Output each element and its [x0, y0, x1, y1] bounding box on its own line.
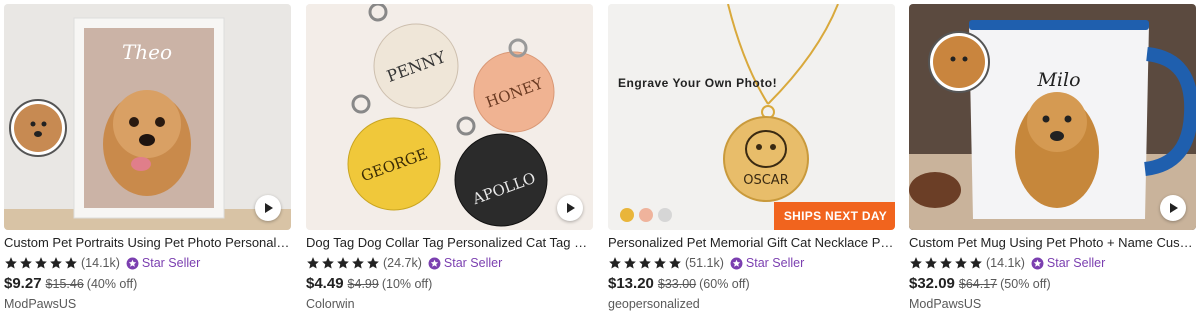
star-icon [955, 257, 967, 269]
star-icon [940, 257, 952, 269]
listing-grid: Theo Custom Pet Portraits Using Pet Phot… [0, 0, 1200, 312]
star-icon [609, 257, 621, 269]
original-price: $64.17 [958, 277, 998, 291]
discount-percent: (50% off) [1000, 277, 1051, 291]
discount-percent: (60% off) [699, 277, 750, 291]
rating-count: (14.1k) [81, 256, 120, 270]
swatch-rose-gold [639, 208, 653, 222]
star-seller-label: Star Seller [443, 256, 503, 270]
star-seller-badge-icon [730, 257, 743, 269]
listing-image[interactable]: OSCAR Engrave Your Own Photo! SHIPS NEXT… [608, 4, 895, 230]
shop-name[interactable]: ModPawsUS [909, 297, 1196, 311]
listing-image[interactable]: Theo [4, 4, 291, 230]
star-seller-label: Star Seller [745, 256, 805, 270]
star-icon [367, 257, 379, 269]
rating-count: (24.7k) [383, 256, 422, 270]
star-icon [654, 257, 666, 269]
listing-title[interactable]: Dog Tag Dog Collar Tag Personalized Cat … [306, 235, 593, 251]
rating-row: (51.1k) Star Seller [608, 254, 895, 272]
star-icon [352, 257, 364, 269]
play-video-icon[interactable] [255, 195, 281, 221]
play-video-icon[interactable] [557, 195, 583, 221]
star-icon [639, 257, 651, 269]
discount-percent: (10% off) [381, 277, 433, 291]
listing-title[interactable]: Custom Pet Portraits Using Pet Photo Per… [4, 235, 291, 251]
star-icon [50, 257, 62, 269]
star-rating [608, 256, 682, 270]
price-row: $32.09 $64.17 (50% off) [909, 275, 1196, 294]
star-seller-badge-icon [126, 257, 139, 269]
engrave-caption: Engrave Your Own Photo! [618, 76, 778, 90]
star-icon [925, 257, 937, 269]
price-row: $9.27 $15.46 (40% off) [4, 275, 291, 294]
dog-tags-image: PENNY HONEY GEORGE APOLLO [306, 4, 593, 230]
star-rating [909, 256, 983, 270]
swatch-gold [620, 208, 634, 222]
star-icon [322, 257, 334, 269]
star-icon [35, 257, 47, 269]
star-icon [337, 257, 349, 269]
star-icon [307, 257, 319, 269]
star-icon [5, 257, 17, 269]
listing-image[interactable]: PENNY HONEY GEORGE APOLLO [306, 4, 593, 230]
listing-card[interactable]: PENNY HONEY GEORGE APOLLO Dog Tag Dog Co… [306, 4, 593, 311]
mug-name-text: Milo [1036, 69, 1080, 91]
price-row: $13.20 $33.00 (60% off) [608, 275, 895, 294]
original-price: $15.46 [45, 277, 84, 291]
pet-portrait-image: Theo [4, 4, 291, 230]
star-seller-badge-icon [1031, 257, 1044, 269]
star-icon [20, 257, 32, 269]
rating-row: (24.7k) Star Seller [306, 254, 593, 272]
color-swatches [620, 208, 672, 222]
star-seller-label: Star Seller [1046, 256, 1106, 270]
star-icon [669, 257, 681, 269]
listing-card[interactable]: Theo Custom Pet Portraits Using Pet Phot… [4, 4, 291, 311]
star-icon [624, 257, 636, 269]
sale-price: $13.20 [608, 275, 654, 292]
listing-title[interactable]: Personalized Pet Memorial Gift Cat Neckl… [608, 235, 895, 251]
rating-count: (51.1k) [685, 256, 724, 270]
discount-percent: (40% off) [86, 277, 138, 291]
star-icon [970, 257, 982, 269]
ships-next-day-badge: SHIPS NEXT DAY [773, 202, 895, 230]
portrait-name-text: Theo [122, 40, 172, 64]
rating-count: (14.1k) [986, 256, 1025, 270]
pendant-name-text: OSCAR [743, 173, 789, 188]
star-seller-badge-icon [428, 257, 441, 269]
sale-price: $4.49 [306, 275, 344, 292]
star-icon [910, 257, 922, 269]
shop-name[interactable]: Colorwin [306, 297, 593, 311]
play-video-icon[interactable] [1160, 195, 1186, 221]
rating-row: (14.1k) Star Seller [4, 254, 291, 272]
shop-name[interactable]: geopersonalized [608, 297, 895, 311]
original-price: $4.99 [347, 277, 379, 291]
star-icon [65, 257, 77, 269]
original-price: $33.00 [657, 277, 697, 291]
rating-row: (14.1k) Star Seller [909, 254, 1196, 272]
listing-card[interactable]: OSCAR Engrave Your Own Photo! SHIPS NEXT… [608, 4, 895, 311]
star-seller-label: Star Seller [141, 256, 201, 270]
listing-title[interactable]: Custom Pet Mug Using Pet Photo + Name Cu… [909, 235, 1196, 251]
price-row: $4.49 $4.99 (10% off) [306, 275, 593, 294]
pet-mug-image: Milo [909, 4, 1196, 230]
sale-price: $9.27 [4, 275, 42, 292]
listing-card[interactable]: Milo Custom Pet Mug Using Pet Photo + Na… [909, 4, 1196, 311]
listing-image[interactable]: Milo [909, 4, 1196, 230]
swatch-silver [658, 208, 672, 222]
shop-name[interactable]: ModPawsUS [4, 297, 291, 311]
star-rating [4, 256, 78, 270]
necklace-image: OSCAR [608, 4, 895, 230]
star-rating [306, 256, 380, 270]
sale-price: $32.09 [909, 275, 955, 292]
